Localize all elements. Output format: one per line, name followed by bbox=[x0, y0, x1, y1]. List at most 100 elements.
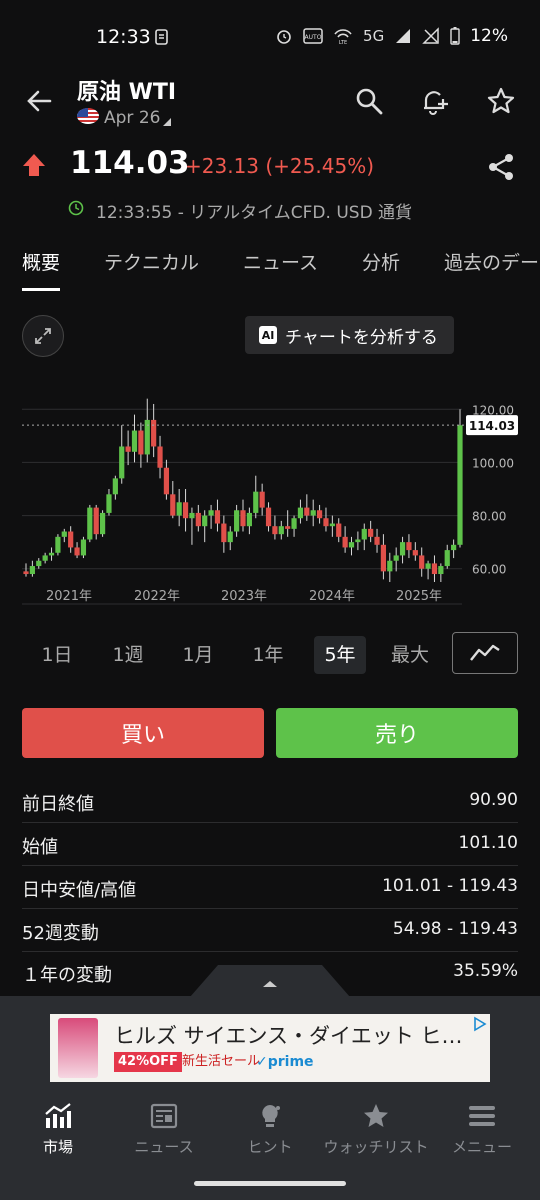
candle-body bbox=[246, 512, 252, 527]
x-tick-label: 2022年 bbox=[134, 589, 180, 604]
stat-row: 52週変動 54.98 - 119.43 bbox=[22, 909, 518, 952]
candle-body bbox=[419, 555, 425, 569]
candle-body bbox=[336, 523, 342, 537]
candle-body bbox=[99, 512, 106, 535]
buy-button[interactable]: 買い bbox=[22, 708, 264, 758]
candle-body bbox=[265, 507, 272, 527]
candle-body bbox=[74, 547, 80, 556]
menu-icon bbox=[469, 1106, 495, 1126]
price-chart[interactable]: 60.0080.00100.00120.00114.032021年 2022年 20… bbox=[0, 380, 540, 610]
nav-label: 市場 bbox=[42, 1138, 73, 1156]
current-price-label: 114.03 bbox=[469, 419, 515, 433]
tab-news[interactable]: ニュース bbox=[243, 248, 318, 275]
candle-body bbox=[131, 430, 138, 452]
us-flag-icon bbox=[77, 108, 99, 124]
tab-analysis[interactable]: 分析 bbox=[362, 248, 400, 275]
nav-label: ヒント bbox=[247, 1138, 293, 1156]
range-max[interactable]: 最大 bbox=[384, 636, 436, 674]
nav-markets[interactable]: 市場 bbox=[4, 1102, 112, 1156]
alarm-icon bbox=[277, 30, 291, 44]
expand-icon bbox=[35, 328, 51, 344]
clock-icon bbox=[68, 200, 84, 216]
dropdown-caret-icon[interactable] bbox=[163, 118, 171, 126]
x-tick-label: 2021年 bbox=[46, 589, 92, 604]
tab-historical[interactable]: 過去のデー bbox=[444, 248, 539, 275]
sell-button[interactable]: 売り bbox=[276, 708, 518, 758]
stat-value: 35.59% bbox=[453, 961, 518, 981]
page-title: 原油 WTI bbox=[77, 80, 177, 105]
svg-text:AUTO: AUTO bbox=[305, 34, 322, 41]
candle-body bbox=[355, 539, 361, 543]
tab-technical[interactable]: テクニカル bbox=[104, 248, 199, 275]
candle-body bbox=[444, 550, 450, 567]
ad-sale-label: 新生活セール bbox=[182, 1054, 261, 1069]
star-icon[interactable] bbox=[486, 86, 516, 116]
alert-add-icon[interactable] bbox=[420, 86, 450, 116]
nav-watchlist[interactable]: ウォッチリスト bbox=[322, 1102, 430, 1156]
candle-body bbox=[285, 526, 291, 529]
nav-news[interactable]: ニュース bbox=[110, 1102, 218, 1156]
ad-choices-icon[interactable] bbox=[472, 1016, 488, 1032]
candle-body bbox=[380, 544, 387, 572]
price-change: +23.13 (+25.45%) bbox=[185, 154, 374, 178]
news-icon bbox=[150, 1103, 178, 1129]
candle-body bbox=[208, 510, 214, 516]
candle-body bbox=[125, 446, 131, 452]
signal-off-icon bbox=[422, 27, 439, 44]
candle-body bbox=[189, 512, 195, 519]
candle-body bbox=[412, 550, 418, 556]
share-icon[interactable] bbox=[486, 152, 516, 182]
candle-body bbox=[399, 542, 406, 556]
range-5y[interactable]: 5年 bbox=[314, 636, 366, 674]
stat-label: 52週変動 bbox=[22, 923, 99, 944]
status-icons: AUTO LTE 5G 12% bbox=[275, 26, 508, 46]
back-arrow-icon[interactable] bbox=[22, 84, 56, 118]
tab-overview[interactable]: 概要 bbox=[22, 248, 60, 275]
candle-body bbox=[87, 507, 93, 540]
range-1w[interactable]: 1週 bbox=[102, 636, 154, 674]
wifi-lte-icon: LTE bbox=[334, 29, 352, 45]
candle-body bbox=[48, 552, 55, 556]
candle-body bbox=[234, 510, 240, 532]
candle-body bbox=[393, 555, 399, 561]
candle-body bbox=[451, 544, 457, 551]
ai-icon: AI bbox=[259, 326, 277, 344]
range-1d[interactable]: 1日 bbox=[32, 636, 82, 674]
tab-bar: 概要 テクニカル ニュース 分析 過去のデー bbox=[0, 240, 540, 292]
stat-value: 90.90 bbox=[469, 790, 518, 810]
range-1m[interactable]: 1月 bbox=[172, 636, 224, 674]
contract-date[interactable]: Apr 26 bbox=[104, 108, 160, 128]
candle-body bbox=[36, 560, 42, 567]
candle-body bbox=[195, 512, 201, 527]
candle-body bbox=[214, 510, 221, 524]
analyze-chart-button[interactable]: AI チャートを分析する bbox=[245, 316, 454, 354]
candle-body bbox=[138, 430, 144, 455]
expand-chart-button[interactable] bbox=[22, 315, 64, 357]
candle-body bbox=[457, 425, 463, 545]
chart-type-toggle[interactable] bbox=[452, 632, 518, 674]
candle-body bbox=[176, 502, 182, 516]
candle-body bbox=[61, 531, 67, 537]
candle-body bbox=[221, 523, 227, 543]
network-label: 5G bbox=[363, 27, 385, 45]
candle-body bbox=[329, 523, 335, 527]
nav-menu[interactable]: メニュー bbox=[428, 1102, 536, 1156]
search-icon[interactable] bbox=[354, 86, 384, 116]
stat-label: 始値 bbox=[22, 837, 58, 858]
lightbulb-icon bbox=[262, 1105, 280, 1127]
nav-hints[interactable]: ヒント bbox=[216, 1102, 324, 1156]
candle-body bbox=[55, 536, 61, 553]
stat-value: 54.98 - 119.43 bbox=[392, 919, 518, 939]
realtime-label: 12:33:55 - リアルタイムCFD. USD 通貨 bbox=[96, 203, 413, 223]
notification-icon bbox=[154, 28, 170, 50]
candle-body bbox=[163, 467, 170, 495]
expand-panel-handle[interactable] bbox=[190, 963, 350, 997]
candle-body bbox=[278, 526, 284, 535]
stat-value: 101.10 bbox=[458, 833, 518, 853]
ad-title[interactable]: ヒルズ サイエンス・ダイエット ヒ… bbox=[114, 1020, 463, 1050]
candle-body bbox=[272, 526, 278, 535]
stat-label: 日中安値/高値 bbox=[22, 880, 137, 901]
stat-label: １年の変動 bbox=[22, 965, 112, 986]
auto-hd-icon: AUTO bbox=[303, 28, 323, 44]
range-1y[interactable]: 1年 bbox=[242, 636, 294, 674]
